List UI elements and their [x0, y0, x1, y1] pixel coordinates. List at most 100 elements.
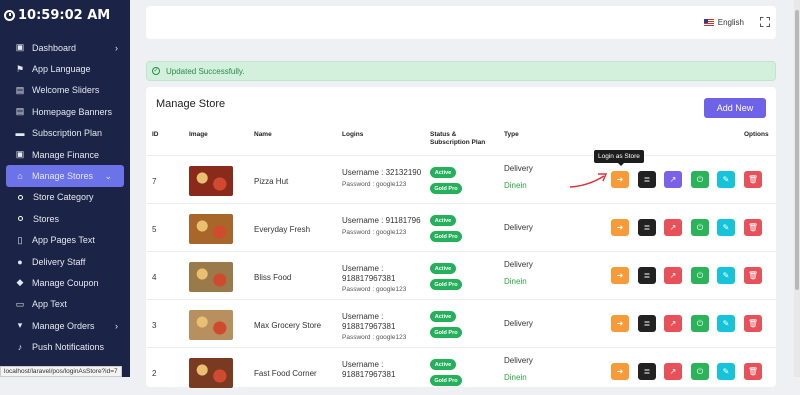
store-password: Password : google123	[342, 229, 407, 236]
sidebar-item-label: Stores	[33, 213, 60, 224]
sidebar-item-label: Store Category	[33, 192, 94, 203]
edit-button[interactable]: ✎	[717, 267, 735, 284]
sidebar-item-push-notifications[interactable]: ♪ Push Notifications	[0, 336, 130, 357]
chart-button[interactable]: ↗	[664, 171, 682, 188]
chart-button[interactable]: ↗	[664, 363, 682, 380]
table-row: 7 Pizza Hut Username : 32132190 Password : …	[146, 155, 776, 203]
list-button[interactable]: ≣	[638, 171, 656, 188]
sidebar-item-manage-orders[interactable]: ▾ Manage Orders ›	[0, 315, 130, 336]
col-header-status: Status & Subscription Plan	[430, 131, 485, 147]
store-image	[189, 214, 233, 244]
login-button[interactable]: ➜	[611, 267, 629, 284]
store-password: Password : google123	[342, 286, 407, 293]
status-badge: Active	[430, 359, 456, 370]
col-header-name: Name	[254, 131, 272, 138]
edit-button[interactable]: ✎	[717, 171, 735, 188]
sidebar-item-manage-stores[interactable]: ⌂ Manage Stores ⌄	[6, 165, 124, 187]
clock: 10:59:02 AM	[4, 8, 110, 23]
col-header-status-line2: Subscription Plan	[430, 139, 486, 146]
table-row: 2 Fast Food Corner Username :918817967381 A…	[146, 347, 776, 395]
sidebar-item-subscription-plan[interactable]: ▬ Subscription Plan	[0, 123, 130, 144]
chart-button[interactable]: ↗	[664, 267, 682, 284]
store-image	[189, 358, 233, 388]
power-button[interactable]: ⏻	[691, 363, 709, 380]
sidebar-item-label: Manage Coupon	[32, 277, 99, 288]
power-button[interactable]: ⏻	[691, 171, 709, 188]
list-button[interactable]: ≣	[638, 315, 656, 332]
trash-button[interactable]: 🗑	[744, 363, 762, 380]
sidebar-item-app-text[interactable]: ▭ App Text	[0, 294, 130, 315]
table-row: 3 Max Grocery Store Username :918817967381…	[146, 299, 776, 347]
chart-button[interactable]: ↗	[664, 315, 682, 332]
image-icon: ▤	[15, 84, 25, 95]
language-selector[interactable]: English	[703, 18, 744, 27]
sidebar-item-homepage-banners[interactable]: ▤ Homepage Banners	[0, 101, 130, 122]
trash-button[interactable]: 🗑	[744, 219, 762, 236]
edit-button[interactable]: ✎	[717, 363, 735, 380]
trash-icon: 🗑	[747, 319, 759, 328]
home-icon: ⌂	[17, 171, 23, 182]
sidebar-item-stores[interactable]: Stores	[0, 208, 130, 229]
store-image	[189, 262, 233, 292]
trash-button[interactable]: 🗑	[744, 171, 762, 188]
login-icon: ➜	[616, 223, 624, 232]
login-button[interactable]: ➜	[611, 315, 629, 332]
sidebar-item-label: Subscription Plan	[32, 128, 103, 139]
edit-button[interactable]: ✎	[717, 315, 735, 332]
sidebar-item-label: App Language	[32, 64, 91, 75]
sidebar-item-app-language[interactable]: ⚑ App Language	[0, 58, 130, 79]
status-badge: Active	[430, 167, 456, 178]
edit-icon: ✎	[722, 175, 730, 184]
login-button[interactable]: ➜	[611, 219, 629, 236]
sidebar-item-welcome-sliders[interactable]: ▤ Welcome Sliders	[0, 80, 130, 101]
store-username: Username :	[342, 360, 384, 369]
store-id: 3	[152, 321, 157, 330]
store-username: Username : 91181796	[342, 216, 421, 225]
login-icon: ➜	[616, 319, 624, 328]
status-badge: Active	[430, 263, 456, 274]
chart-button[interactable]: ↗	[664, 219, 682, 236]
sidebar-item-dashboard[interactable]: ▣ Dashboard ›	[0, 37, 130, 58]
page-scrollbar[interactable]	[794, 0, 800, 377]
list-button[interactable]: ≣	[638, 363, 656, 380]
col-header-options: Options	[744, 131, 769, 138]
sidebar-item-app-pages-text[interactable]: ▯ App Pages Text	[0, 230, 130, 251]
fullscreen-icon[interactable]	[760, 17, 770, 27]
plan-badge: Gold Pro	[430, 231, 462, 242]
list-button[interactable]: ≣	[638, 267, 656, 284]
sidebar-item-manage-finance[interactable]: ▣ Manage Finance	[0, 144, 130, 165]
power-button[interactable]: ⏻	[691, 219, 709, 236]
store-name: Bliss Food	[254, 273, 292, 282]
plan-badge: Gold Pro	[430, 327, 462, 338]
store-password: Password : google123	[342, 181, 407, 188]
page-title: Manage Store	[156, 98, 226, 110]
login-button[interactable]: ➜	[611, 363, 629, 380]
edit-button[interactable]: ✎	[717, 219, 735, 236]
manage-store-card: Manage Store Add New ID Image Name Login…	[146, 87, 776, 388]
power-icon: ⏻	[696, 366, 704, 376]
trash-button[interactable]: 🗑	[744, 267, 762, 284]
list-icon: ≣	[643, 319, 651, 328]
col-header-id: ID	[152, 131, 159, 138]
chevron-right-icon: ›	[115, 42, 118, 53]
flag-icon: ⚑	[15, 63, 25, 74]
scrollbar-thumb[interactable]	[795, 10, 799, 290]
edit-icon: ✎	[722, 367, 730, 376]
power-icon: ⏻	[696, 222, 704, 232]
power-button[interactable]: ⏻	[691, 267, 709, 284]
trash-button[interactable]: 🗑	[744, 315, 762, 332]
power-icon: ⏻	[696, 318, 704, 328]
login-icon: ➜	[616, 367, 624, 376]
power-button[interactable]: ⏻	[691, 315, 709, 332]
chart-icon: ↗	[669, 175, 677, 184]
sidebar-item-label: Dashboard	[32, 42, 77, 53]
login-icon: ➜	[616, 271, 624, 280]
sidebar-item-store-category[interactable]: Store Category	[0, 187, 130, 208]
sidebar-item-manage-coupon[interactable]: ◆ Manage Coupon	[0, 272, 130, 293]
add-new-button[interactable]: Add New	[704, 98, 766, 118]
red-arrow-annotation	[569, 173, 608, 188]
sidebar-item-delivery-staff[interactable]: ● Delivery Staff	[0, 251, 130, 272]
store-password: Password : google123	[342, 334, 407, 341]
chart-icon: ↗	[669, 271, 677, 280]
list-button[interactable]: ≣	[638, 219, 656, 236]
